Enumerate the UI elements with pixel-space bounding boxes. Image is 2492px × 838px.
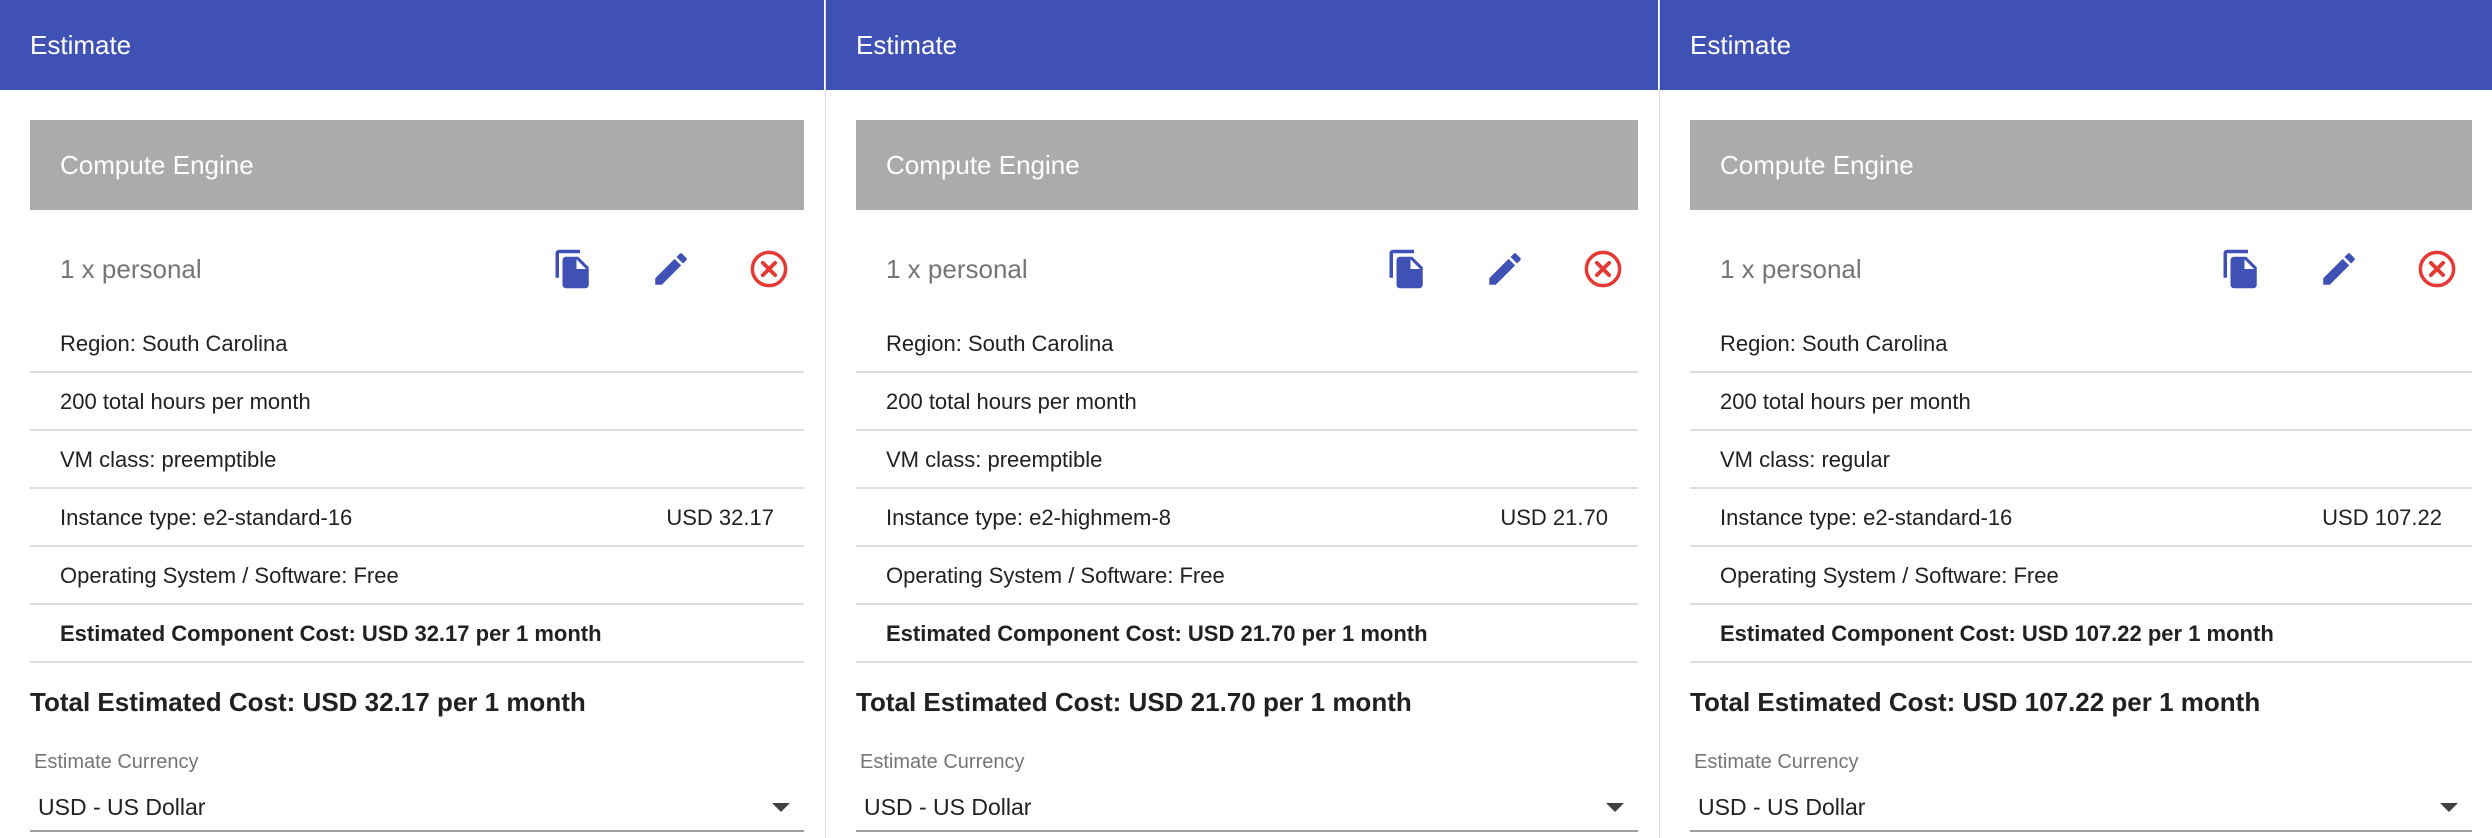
edit-icon <box>1489 253 1521 285</box>
remove-icon <box>750 250 788 288</box>
instance-price: USD 21.70 <box>1500 505 1608 530</box>
section-title: Compute Engine <box>30 120 804 210</box>
currency-select[interactable]: USD - US Dollar <box>30 786 804 832</box>
item-row: 1 x personal <box>30 232 804 306</box>
currency-select[interactable]: USD - US Dollar <box>856 786 1638 832</box>
currency-value: USD - US Dollar <box>1698 794 1866 820</box>
currency-value: USD - US Dollar <box>864 794 1032 820</box>
instance-type-line: Instance type: e2-highmem-8 USD 21.70 <box>856 489 1638 547</box>
edit-button[interactable] <box>644 242 698 296</box>
region-line: Region: South Carolina <box>30 315 804 373</box>
dropdown-arrow-icon <box>2440 803 2458 812</box>
component-cost-text: Estimated Component Cost: USD 21.70 per … <box>886 621 1428 646</box>
edit-icon <box>655 253 687 285</box>
copy-icon <box>555 249 589 289</box>
instance-type-text: Instance type: e2-standard-16 <box>60 505 353 530</box>
component-cost-text: Estimated Component Cost: USD 32.17 per … <box>60 621 602 646</box>
region-line: Region: South Carolina <box>1690 315 2472 373</box>
estimate-panel: Estimate Compute Engine 1 x personal Reg… <box>825 0 1658 838</box>
region-text: Region: South Carolina <box>60 331 288 356</box>
section-title: Compute Engine <box>1690 120 2472 210</box>
currency-label: Estimate Currency <box>1694 751 1859 773</box>
region-text: Region: South Carolina <box>886 331 1114 356</box>
instance-type-line: Instance type: e2-standard-16 USD 107.22 <box>1690 489 2472 547</box>
remove-icon <box>1584 250 1622 288</box>
region-line: Region: South Carolina <box>856 315 1638 373</box>
instance-price: USD 32.17 <box>666 505 774 530</box>
total-estimated-cost: Total Estimated Cost: USD 107.22 per 1 m… <box>1690 687 2261 717</box>
edit-button[interactable] <box>1478 242 1532 296</box>
copy-icon <box>2223 249 2257 289</box>
hours-line: 200 total hours per month <box>856 373 1638 431</box>
dropdown-arrow-icon <box>1606 803 1624 812</box>
hours-text: 200 total hours per month <box>886 389 1137 414</box>
os-line: Operating System / Software: Free <box>30 547 804 605</box>
instance-type-line: Instance type: e2-standard-16 USD 32.17 <box>30 489 804 547</box>
copy-button[interactable] <box>2214 242 2268 296</box>
estimate-header: Estimate <box>0 0 824 90</box>
item-title: 1 x personal <box>886 254 1028 284</box>
vm-class-line: VM class: preemptible <box>30 431 804 489</box>
remove-button[interactable] <box>2410 242 2464 296</box>
total-estimated-cost: Total Estimated Cost: USD 21.70 per 1 mo… <box>856 687 1412 717</box>
copy-button[interactable] <box>1380 242 1434 296</box>
vm-class-text: VM class: preemptible <box>60 447 277 472</box>
component-cost-line: Estimated Component Cost: USD 32.17 per … <box>30 605 804 663</box>
os-text: Operating System / Software: Free <box>60 563 399 588</box>
component-cost-text: Estimated Component Cost: USD 107.22 per… <box>1720 621 2274 646</box>
estimate-panel: Estimate Compute Engine 1 x personal Reg… <box>0 0 824 838</box>
instance-type-text: Instance type: e2-highmem-8 <box>886 505 1171 530</box>
item-row: 1 x personal <box>1690 232 2472 306</box>
hours-line: 200 total hours per month <box>1690 373 2472 431</box>
estimate-header: Estimate <box>1660 0 2492 90</box>
component-cost-line: Estimated Component Cost: USD 107.22 per… <box>1690 605 2472 663</box>
os-line: Operating System / Software: Free <box>856 547 1638 605</box>
os-line: Operating System / Software: Free <box>1690 547 2472 605</box>
vm-class-text: VM class: regular <box>1720 447 1890 472</box>
remove-button[interactable] <box>742 242 796 296</box>
copy-icon <box>1389 249 1423 289</box>
currency-label: Estimate Currency <box>34 751 199 773</box>
remove-button[interactable] <box>1576 242 1630 296</box>
currency-select[interactable]: USD - US Dollar <box>1690 786 2472 832</box>
estimate-header: Estimate <box>826 0 1658 90</box>
hours-text: 200 total hours per month <box>1720 389 1971 414</box>
hours-line: 200 total hours per month <box>30 373 804 431</box>
estimate-panel: Estimate Compute Engine 1 x personal Reg… <box>1659 0 2492 838</box>
item-row: 1 x personal <box>856 232 1638 306</box>
item-title: 1 x personal <box>1720 254 1862 284</box>
currency-label: Estimate Currency <box>860 751 1025 773</box>
remove-icon <box>2418 250 2456 288</box>
section-title: Compute Engine <box>856 120 1638 210</box>
currency-value: USD - US Dollar <box>38 794 206 820</box>
edit-button[interactable] <box>2312 242 2366 296</box>
region-text: Region: South Carolina <box>1720 331 1948 356</box>
edit-icon <box>2323 253 2355 285</box>
dropdown-arrow-icon <box>772 803 790 812</box>
vm-class-line: VM class: preemptible <box>856 431 1638 489</box>
hours-text: 200 total hours per month <box>60 389 311 414</box>
instance-type-text: Instance type: e2-standard-16 <box>1720 505 2013 530</box>
instance-price: USD 107.22 <box>2322 505 2442 530</box>
vm-class-text: VM class: preemptible <box>886 447 1103 472</box>
component-cost-line: Estimated Component Cost: USD 21.70 per … <box>856 605 1638 663</box>
os-text: Operating System / Software: Free <box>1720 563 2059 588</box>
item-title: 1 x personal <box>60 254 202 284</box>
os-text: Operating System / Software: Free <box>886 563 1225 588</box>
vm-class-line: VM class: regular <box>1690 431 2472 489</box>
copy-button[interactable] <box>546 242 600 296</box>
total-estimated-cost: Total Estimated Cost: USD 32.17 per 1 mo… <box>30 687 586 717</box>
